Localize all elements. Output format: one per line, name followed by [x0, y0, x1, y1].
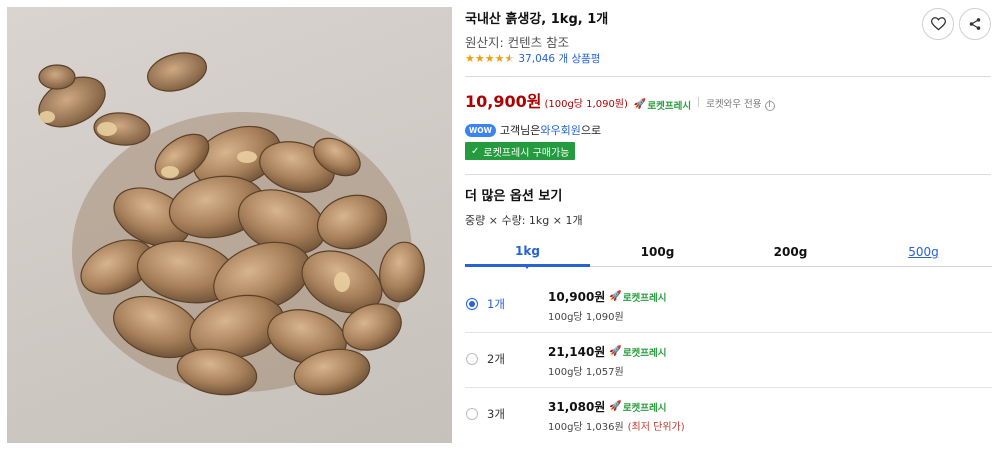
- wow-text-after: 으로: [580, 124, 602, 137]
- option-row[interactable]: 3개 31,080원 🚀 로켓프레시 100g당 1,036원 (최저 단위가): [465, 388, 992, 443]
- divider: [698, 97, 700, 107]
- tab-500g[interactable]: 500g: [861, 237, 986, 267]
- review-count-link[interactable]: 37,046 개 상품평: [518, 51, 600, 66]
- rocket-fresh-badge: 🚀 로켓프레시: [609, 400, 666, 414]
- rocket-fresh-badge: 🚀 로켓프레시: [609, 290, 666, 304]
- lowest-unit-note: (최저 단위가): [627, 422, 685, 433]
- rating-stars: ★ ★ ★ ★ ★: [465, 53, 514, 64]
- share-icon: [969, 18, 981, 30]
- option-qty: 1개: [487, 297, 505, 311]
- star-icon: ★: [474, 51, 485, 65]
- wow-member-link[interactable]: 와우회원: [540, 122, 580, 138]
- half-star-icon: ★: [504, 51, 515, 65]
- option-qty: 3개: [487, 407, 505, 421]
- wow-only-text: 로켓와우 전용: [706, 99, 762, 110]
- star-icon: ★: [484, 51, 495, 65]
- divider: [465, 76, 991, 77]
- option-unit-price: 100g당 1,090원: [548, 308, 624, 323]
- product-title: 국내산 흙생강, 1kg, 1개: [465, 12, 609, 27]
- rocket-fresh-available-label: 로켓프레시 구매가능: [483, 147, 570, 159]
- origin-text: 원산지: 컨텐츠 참조: [465, 35, 570, 50]
- price-row: 10,900원 (100g당 1,090원) 🚀 로켓프레시 로켓와우 전용 i: [465, 88, 775, 112]
- option-price-line: 31,080원 🚀 로켓프레시: [548, 398, 667, 415]
- option-unit-price: 100g당 1,036원 (최저 단위가): [548, 418, 685, 433]
- option-unit-text: 100g당 1,036원: [548, 422, 624, 433]
- more-options-title: 더 많은 옵션 보기: [465, 189, 563, 204]
- star-icon: ★: [465, 51, 475, 65]
- option-unit-text: 100g당 1,090원: [548, 312, 624, 323]
- star-icon: ★: [494, 51, 505, 65]
- tab-200g[interactable]: 200g: [728, 237, 853, 267]
- wow-text-before: 고객님은: [499, 124, 541, 137]
- option-unit-price: 100g당 1,057원: [548, 363, 624, 378]
- option-price: 10,900원: [548, 290, 606, 304]
- divider: [465, 174, 991, 175]
- rocket-icon: 🚀: [609, 401, 622, 412]
- wishlist-button[interactable]: [922, 8, 954, 40]
- rocket-fresh-badge: 🚀 로켓프레시: [609, 345, 666, 359]
- tab-100g[interactable]: 100g: [595, 237, 720, 267]
- option-row[interactable]: 1개 10,900원 🚀 로켓프레시 100g당 1,090원: [465, 278, 992, 333]
- share-button[interactable]: [959, 8, 991, 40]
- rocket-fresh-badge: 🚀 로켓프레시: [634, 98, 691, 112]
- weight-tabs: 1kg 100g 200g 500g: [465, 237, 992, 269]
- option-price: 31,080원: [548, 400, 606, 414]
- wow-member-row: WOW 고객님은 와우회원 으로: [465, 122, 601, 138]
- active-tab-caret: [523, 264, 531, 269]
- rocket-fresh-label: 로켓프레시: [622, 347, 667, 359]
- rocket-fresh-label: 로켓프레시: [622, 402, 667, 414]
- rating-row: ★ ★ ★ ★ ★ 37,046 개 상품평: [465, 51, 600, 65]
- option-qty: 2개: [487, 352, 505, 366]
- option-price-line: 10,900원 🚀 로켓프레시: [548, 288, 667, 305]
- tab-1kg[interactable]: 1kg: [465, 237, 590, 267]
- heart-icon: [930, 17, 946, 31]
- option-price: 21,140원: [548, 345, 606, 359]
- rocket-icon: 🚀: [609, 346, 622, 357]
- price-per-unit: (100g당 1,090원): [544, 99, 628, 110]
- rocket-icon: 🚀: [633, 99, 647, 110]
- rocket-fresh-label: 로켓프레시: [622, 292, 667, 304]
- wow-badge: WOW: [465, 123, 496, 137]
- info-icon[interactable]: i: [764, 100, 775, 111]
- price-main: 10,900원: [465, 92, 542, 111]
- product-info-panel: 국내산 흙생강, 1kg, 1개 원산지: 컨텐츠 참조 ★ ★ ★ ★ ★ 3…: [465, 0, 992, 451]
- product-image: [7, 7, 452, 443]
- check-icon: ✓: [471, 145, 480, 157]
- rocket-fresh-available-badge: ✓ 로켓프레시 구매가능: [465, 142, 576, 160]
- option-radio[interactable]: [466, 353, 478, 365]
- option-row[interactable]: 2개 21,140원 🚀 로켓프레시 100g당 1,057원: [465, 333, 992, 388]
- option-unit-text: 100g당 1,057원: [548, 367, 624, 378]
- rocket-fresh-label: 로켓프레시: [647, 100, 692, 112]
- option-spec: 중량 × 수량: 1kg × 1개: [465, 214, 583, 227]
- option-radio[interactable]: [466, 298, 478, 310]
- ginger-photo: [38, 52, 425, 396]
- option-price-line: 21,140원 🚀 로켓프레시: [548, 343, 667, 360]
- rocket-icon: 🚀: [609, 291, 622, 302]
- option-radio[interactable]: [466, 408, 478, 420]
